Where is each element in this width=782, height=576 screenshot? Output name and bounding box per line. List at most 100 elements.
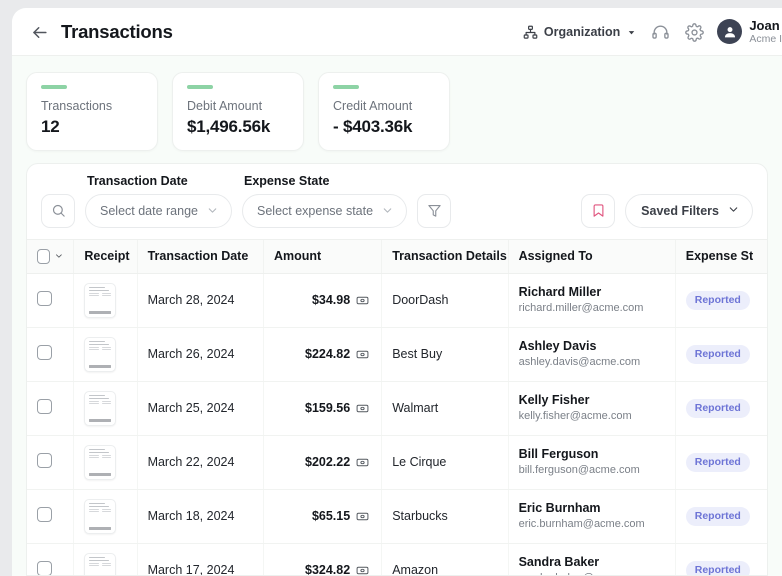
transaction-details: Best Buy	[392, 347, 443, 361]
search-icon	[52, 204, 65, 217]
filter-toolbar: Transaction Date Select date range Expen…	[27, 164, 767, 240]
bookmark-icon	[593, 204, 604, 217]
row-assigned-cell: Richard Miller richard.miller@acme.com	[508, 273, 676, 328]
bookmark-filter-button[interactable]	[581, 193, 616, 228]
assignee-name: Bill Ferguson	[518, 447, 599, 462]
table-body: March 28, 2024 $34.98 DoorDash Richard M…	[27, 273, 767, 575]
column-header-label: Transaction Date	[147, 249, 249, 263]
transaction-date: March 25, 2024	[147, 401, 235, 415]
transaction-amount: $65.15	[311, 509, 351, 523]
assignee-email: eric.burnham@acme.com	[518, 517, 645, 530]
transaction-date: March 26, 2024	[147, 347, 235, 361]
transaction-date: March 17, 2024	[147, 563, 235, 575]
row-checkbox[interactable]	[37, 453, 52, 468]
avatar	[717, 19, 743, 45]
receipt-thumbnail-icon[interactable]	[84, 552, 117, 575]
row-select-cell	[27, 327, 75, 382]
credit-card-icon	[356, 402, 369, 415]
top-header-bar: Transactions Organization Joan Acme I	[12, 8, 782, 56]
card-accent-bar	[41, 85, 67, 89]
row-amount-cell: $34.98	[263, 273, 383, 328]
support-button[interactable]	[643, 15, 677, 49]
row-amount-cell: $224.82	[263, 327, 383, 382]
chevron-down-icon	[206, 204, 219, 217]
row-checkbox[interactable]	[37, 399, 52, 414]
user-avatar-icon	[724, 27, 735, 38]
settings-button[interactable]	[677, 15, 711, 49]
table-row[interactable]: March 26, 2024 $224.82 Best Buy Ashley D…	[27, 327, 767, 382]
table-head: Receipt Transaction Date Amount Transact…	[27, 239, 767, 274]
row-state-cell: Reported	[675, 543, 767, 575]
search-button[interactable]	[41, 193, 75, 228]
back-button[interactable]	[26, 19, 52, 45]
user-profile-menu[interactable]: Joan Acme I	[711, 18, 782, 46]
arrow-left-icon	[32, 26, 47, 38]
receipt-thumbnail-icon[interactable]	[84, 282, 117, 318]
transaction-details: Walmart	[392, 401, 439, 415]
column-header-receipt[interactable]: Receipt	[73, 239, 138, 274]
row-details-cell: Best Buy	[381, 327, 509, 382]
table-row[interactable]: March 17, 2024 $324.82 Amazon Sandra Bak…	[27, 543, 767, 575]
column-header-label: Receipt	[84, 249, 130, 263]
advanced-filter-button[interactable]	[417, 193, 452, 228]
receipt-thumbnail-icon[interactable]	[84, 390, 117, 426]
row-amount-cell: $324.82	[263, 543, 383, 576]
row-checkbox[interactable]	[37, 345, 52, 360]
receipt-thumbnail-icon[interactable]	[84, 498, 117, 534]
status-badge: Reported	[685, 290, 750, 310]
row-state-cell: Reported	[675, 327, 767, 382]
organization-switcher-label: Organization	[543, 25, 621, 39]
transaction-details: Amazon	[392, 563, 439, 575]
receipt-thumbnail-icon[interactable]	[84, 444, 117, 480]
header-actions: Organization Joan Acme I	[517, 8, 782, 56]
summary-card-value: 12	[41, 116, 60, 136]
expense-state-select[interactable]: Select expense state	[242, 193, 408, 228]
row-amount-cell: $202.22	[263, 435, 383, 490]
row-checkbox[interactable]	[37, 291, 52, 306]
row-select-cell	[27, 435, 75, 490]
table-row[interactable]: March 25, 2024 $159.56 Walmart Kelly Fis…	[27, 381, 767, 436]
assignee-name: Kelly Fisher	[518, 393, 590, 408]
filter-label: Expense State	[244, 173, 330, 188]
date-range-select[interactable]: Select date range	[85, 193, 232, 228]
row-date-cell: March 26, 2024	[137, 327, 264, 382]
column-header-transaction-details[interactable]: Transaction Details	[381, 239, 509, 274]
column-header-amount[interactable]: Amount	[263, 239, 383, 274]
column-header-expense-state[interactable]: Expense St	[675, 239, 767, 274]
transaction-date: March 18, 2024	[147, 509, 235, 523]
column-header-transaction-date[interactable]: Transaction Date	[137, 239, 264, 274]
row-date-cell: March 25, 2024	[137, 381, 264, 436]
transaction-amount: $34.98	[311, 293, 351, 307]
credit-card-icon	[356, 564, 369, 576]
row-date-cell: March 28, 2024	[137, 273, 264, 328]
chevron-down-icon[interactable]	[54, 250, 64, 262]
row-details-cell: Le Cirque	[381, 435, 509, 490]
transactions-table-container: Receipt Transaction Date Amount Transact…	[27, 239, 767, 575]
user-organization: Acme I	[749, 33, 782, 46]
chevron-down-icon	[629, 30, 635, 34]
column-header-label: Amount	[273, 249, 322, 263]
column-header-assigned-to[interactable]: Assigned To	[508, 239, 676, 274]
assignee-email: ashley.davis@acme.com	[518, 355, 641, 368]
table-row[interactable]: March 22, 2024 $202.22 Le Cirque Bill Fe…	[27, 435, 767, 490]
row-receipt-cell	[73, 273, 138, 328]
credit-card-icon	[356, 348, 369, 361]
transaction-details: Le Cirque	[392, 455, 447, 469]
user-name: Joan	[749, 18, 780, 34]
assignee-email: bill.ferguson@acme.com	[518, 463, 640, 476]
organization-switcher[interactable]: Organization	[517, 21, 643, 44]
gear-icon	[685, 22, 704, 42]
org-hierarchy-icon	[523, 25, 538, 39]
transaction-date: March 28, 2024	[147, 293, 235, 307]
row-state-cell: Reported	[675, 435, 767, 490]
row-state-cell: Reported	[675, 381, 767, 436]
row-checkbox[interactable]	[37, 507, 52, 522]
saved-filters-dropdown[interactable]: Saved Filters	[625, 193, 753, 228]
filter-transaction-date: Transaction Date Select date range	[85, 174, 232, 228]
row-checkbox[interactable]	[37, 561, 52, 575]
table-row[interactable]: March 28, 2024 $34.98 DoorDash Richard M…	[27, 273, 767, 328]
table-row[interactable]: March 18, 2024 $65.15 Starbucks Eric Bur…	[27, 489, 767, 544]
assignee-name: Richard Miller	[518, 285, 602, 300]
select-all-checkbox[interactable]	[37, 248, 50, 264]
receipt-thumbnail-icon[interactable]	[84, 336, 117, 372]
